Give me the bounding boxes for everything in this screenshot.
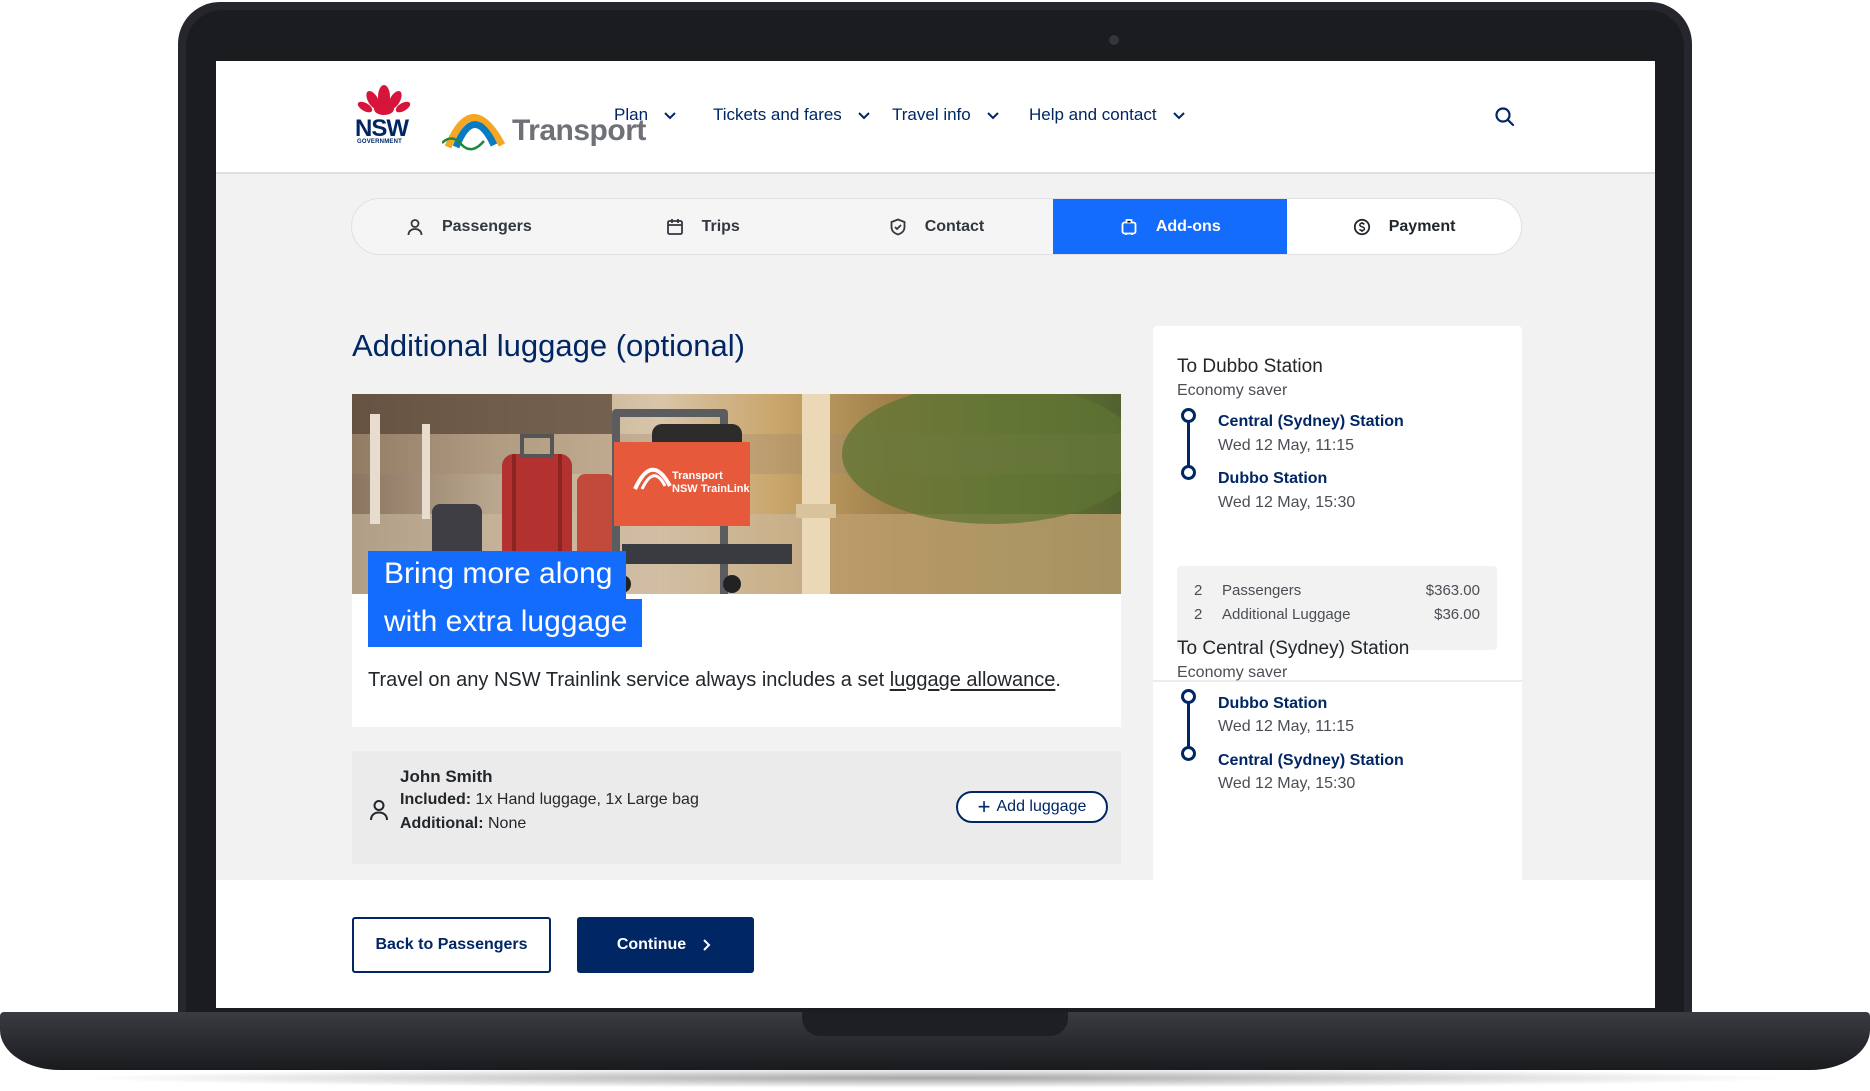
timeline-line bbox=[1187, 416, 1190, 472]
continue-button[interactable]: Continue bbox=[577, 917, 754, 973]
outbound-from-time: Wed 12 May, 11:15 bbox=[1218, 437, 1355, 454]
back-to-passengers-button[interactable]: Back to Passengers bbox=[352, 917, 551, 973]
timeline-stop-icon bbox=[1181, 465, 1196, 480]
shield-check-icon bbox=[890, 218, 906, 235]
action-footer: Back to Passengers Continue bbox=[216, 880, 1655, 1008]
laptop-notch bbox=[802, 1012, 1068, 1036]
screen: NSW GOVERNMENT Transport Plan Tickets an… bbox=[216, 61, 1655, 1008]
plus-icon: + bbox=[977, 794, 991, 819]
chevron-down-icon bbox=[858, 112, 870, 120]
sign-line1: Transport bbox=[672, 470, 723, 482]
return-title: To Central (Sydney) Station bbox=[1177, 638, 1410, 659]
chevron-right-icon bbox=[703, 939, 711, 951]
dollar-coin-icon bbox=[1353, 218, 1370, 235]
webcam bbox=[1109, 35, 1119, 45]
luggage-info-card: Transport NSW TrainLink Bring more along… bbox=[352, 394, 1121, 727]
price-line-luggage: 2 Additional Luggage $36.00 bbox=[1194, 606, 1480, 623]
timeline-stop-icon bbox=[1181, 746, 1196, 761]
person-icon bbox=[407, 218, 423, 235]
chevron-down-icon bbox=[1172, 112, 1185, 120]
step-passengers[interactable]: Passengers bbox=[352, 199, 586, 254]
return-from-station: Dubbo Station bbox=[1218, 695, 1328, 712]
add-luggage-button[interactable]: + Add luggage bbox=[956, 791, 1108, 823]
outbound-to-station: Dubbo Station bbox=[1218, 470, 1328, 487]
search-icon[interactable] bbox=[1494, 106, 1516, 128]
nav-travel-info[interactable]: Travel info bbox=[892, 105, 1001, 125]
luggage-allowance-text: Travel on any NSW Trainlink service alwa… bbox=[368, 669, 1061, 691]
step-payment[interactable]: Payment bbox=[1287, 199, 1521, 254]
passenger-name: John Smith bbox=[400, 767, 493, 786]
nav-tickets-and-fares[interactable]: Tickets and fares bbox=[713, 105, 872, 125]
passenger-luggage-row: John Smith Included: 1x Hand luggage, 1x… bbox=[352, 751, 1121, 864]
return-from-time: Wed 12 May, 11:15 bbox=[1218, 718, 1355, 735]
page-title: Additional luggage (optional) bbox=[352, 328, 745, 363]
luggage-icon bbox=[1121, 218, 1137, 235]
return-fare: Economy saver bbox=[1177, 664, 1288, 681]
hero-caption-line2: with extra luggage bbox=[368, 599, 642, 647]
luggage-allowance-link[interactable]: luggage allowance bbox=[890, 669, 1056, 691]
return-to-time: Wed 12 May, 15:30 bbox=[1218, 775, 1356, 792]
step-add-ons[interactable]: Add-ons bbox=[1053, 199, 1288, 254]
transport-logo-icon[interactable] bbox=[442, 97, 522, 153]
sign-line2: NSW TrainLink bbox=[672, 483, 751, 495]
chevron-down-icon bbox=[987, 112, 999, 120]
outbound-fare: Economy saver bbox=[1177, 382, 1288, 399]
outbound-title: To Dubbo Station bbox=[1177, 356, 1323, 377]
timeline-stop-icon bbox=[1181, 689, 1196, 704]
nav-plan[interactable]: Plan bbox=[614, 105, 678, 125]
laptop-mockup: NSW GOVERNMENT Transport Plan Tickets an… bbox=[0, 0, 1870, 1091]
return-to-station: Central (Sydney) Station bbox=[1218, 752, 1404, 769]
chevron-down-icon bbox=[664, 112, 676, 120]
calendar-icon bbox=[666, 218, 683, 235]
timeline-stop-icon bbox=[1181, 408, 1196, 423]
site-header: NSW GOVERNMENT Transport Plan Tickets an… bbox=[216, 61, 1655, 174]
outbound-from-station: Central (Sydney) Station bbox=[1218, 413, 1404, 430]
additional-luggage: Additional: None bbox=[400, 815, 527, 832]
step-contact[interactable]: Contact bbox=[820, 199, 1054, 254]
hero-caption-line1: Bring more along bbox=[368, 551, 627, 599]
hero-caption: Bring more along with extra luggage bbox=[368, 551, 642, 647]
nsw-government-label: GOVERNMENT bbox=[357, 139, 403, 145]
outbound-to-time: Wed 12 May, 15:30 bbox=[1218, 494, 1356, 511]
nav-help-and-contact[interactable]: Help and contact bbox=[1029, 105, 1187, 125]
person-icon bbox=[370, 800, 388, 821]
booking-steps: Passengers Trips Contact Add-ons Payment bbox=[351, 198, 1522, 255]
included-luggage: Included: 1x Hand luggage, 1x Large bag bbox=[400, 791, 699, 808]
step-trips[interactable]: Trips bbox=[586, 199, 820, 254]
price-line-passengers: 2 Passengers $363.00 bbox=[1194, 582, 1480, 599]
